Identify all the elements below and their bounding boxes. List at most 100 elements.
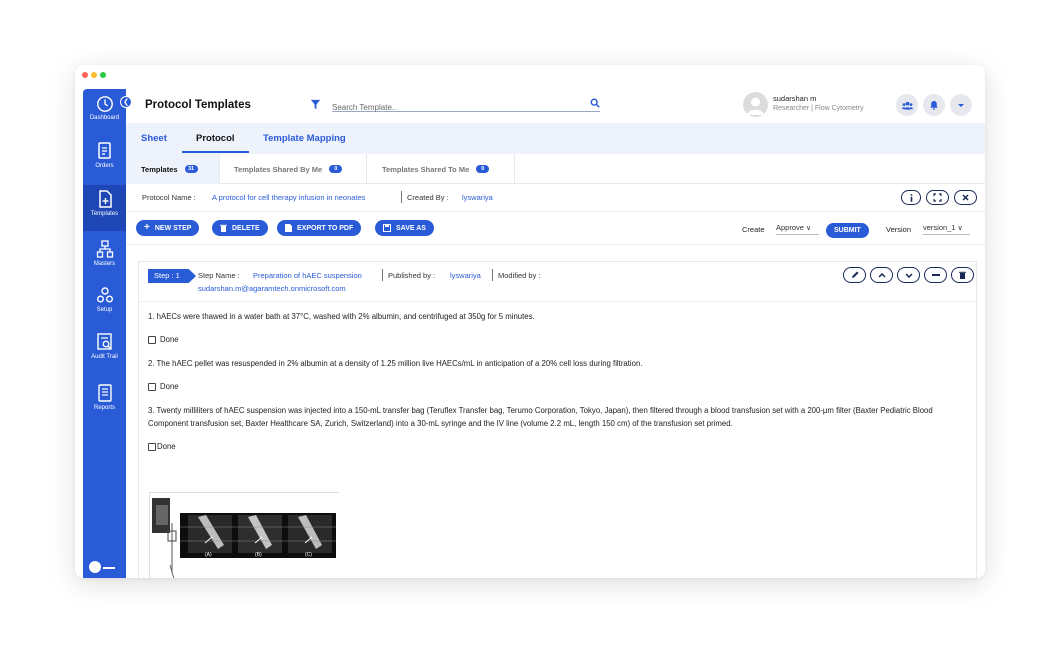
delete-step-button[interactable] (951, 267, 974, 283)
figure-label: (B) (255, 552, 262, 558)
action-toolbar: + NEW STEP DELETE EXPORT TO PDF SAVE AS … (126, 212, 985, 245)
info-icon (910, 193, 912, 202)
done-checkbox[interactable]: Done (148, 333, 179, 346)
create-status-select[interactable]: Approve ∨ (776, 223, 819, 235)
create-status-value: Approve (776, 223, 804, 232)
done-checkbox[interactable]: Done (148, 380, 179, 393)
version-label: Version (886, 225, 912, 234)
reports-document-icon (97, 384, 112, 402)
move-up-button[interactable] (870, 267, 893, 283)
subtab-label: Templates (141, 164, 178, 174)
collapse-step-button[interactable] (924, 267, 947, 283)
subtab-divider (219, 154, 220, 184)
new-step-label: NEW STEP (154, 224, 192, 232)
tab-active-indicator (182, 151, 249, 153)
sub-tabs: Templates 31 Templates Shared By Me 0 Te… (126, 154, 985, 184)
chevron-left-double-icon: ❮ (123, 99, 129, 106)
published-by-value: lyswariya (450, 271, 481, 280)
page-title: Protocol Templates (145, 99, 251, 111)
sidebar-item-reports[interactable]: Reports (83, 383, 126, 423)
export-label: EXPORT TO PDF (297, 224, 354, 232)
checkbox-box[interactable] (148, 382, 156, 391)
filter-icon[interactable] (310, 97, 321, 115)
pdf-file-icon (285, 224, 292, 232)
search-icon[interactable] (590, 98, 600, 108)
trash-icon (959, 271, 966, 279)
save-as-label: SAVE AS (396, 224, 426, 232)
checkbox-box[interactable] (148, 335, 156, 344)
avatar[interactable] (743, 92, 768, 117)
sidebar-item-label: Dashboard (89, 115, 120, 121)
sidebar-item-masters[interactable]: Masters (83, 239, 126, 279)
sidebar-item-orders[interactable]: Orders (83, 141, 126, 181)
submit-label: SUBMIT (834, 227, 861, 234)
new-step-button[interactable]: + NEW STEP (136, 220, 200, 236)
subtab-divider (514, 154, 515, 184)
window-controls (82, 72, 106, 78)
checkbox-label: Done (160, 335, 179, 344)
sidebar-item-label: Audit Trail (91, 354, 118, 360)
sidebar: Dashboard Orders Templates Masters Setup… (83, 89, 126, 578)
user-role: Researcher | Flow Cytometry (773, 105, 864, 112)
notifications-button[interactable] (923, 94, 945, 116)
pencil-icon (851, 271, 858, 278)
sidebar-item-templates[interactable]: Templates (83, 185, 126, 231)
save-floppy-icon (383, 224, 391, 232)
fullscreen-icon (933, 193, 942, 202)
users-button[interactable] (896, 94, 918, 116)
bell-icon (930, 101, 938, 110)
step-paragraph: 2. The hAEC pellet was resuspended in 2%… (148, 359, 643, 368)
orders-document-icon (97, 142, 111, 159)
sidebar-item-label: Masters (93, 261, 116, 267)
step-name-value: Preparation of hAEC suspension (253, 271, 362, 280)
export-pdf-button[interactable]: EXPORT TO PDF (277, 220, 362, 236)
close-button[interactable] (954, 190, 977, 205)
version-value: version_1 (923, 223, 956, 232)
subtab-divider (366, 154, 367, 184)
search-input[interactable] (332, 102, 577, 112)
checkbox-box[interactable] (148, 442, 156, 451)
zoom-window-dot[interactable] (100, 72, 106, 78)
step-paragraph: 1. hAECs were thawed in a water bath at … (148, 312, 535, 321)
protocol-name-label: Protocol Name : (142, 193, 196, 202)
tab-sheet[interactable]: Sheet (141, 133, 167, 144)
delete-label: DELETE (232, 224, 260, 232)
close-window-dot[interactable] (82, 72, 88, 78)
sidebar-item-label: Orders (95, 163, 114, 169)
created-by-label: Created By : (407, 193, 449, 202)
sidebar-footer-menu-icon[interactable] (103, 567, 115, 569)
done-checkbox[interactable]: Done (148, 440, 176, 453)
sidebar-item-label: Templates (90, 211, 119, 217)
subtab-shared-by-me[interactable]: Templates Shared By Me 0 (234, 154, 343, 184)
setup-gears-icon (96, 287, 113, 303)
modified-by-value: sudarshan.m@agaramtech.onmicrosoft.com (198, 284, 346, 293)
app-window: Dashboard Orders Templates Masters Setup… (75, 65, 985, 578)
sidebar-collapse-button[interactable]: ❮ (120, 96, 132, 108)
tab-protocol[interactable]: Protocol (196, 133, 235, 144)
version-select[interactable]: version_1 ∨ (923, 223, 970, 235)
topbar: Protocol Templates sudarshan m Researche… (126, 89, 985, 123)
step-paragraph: 3. Twenty milliliters of hAEC suspension… (148, 406, 933, 428)
count-badge: 0 (476, 165, 490, 173)
filtration-photo: (A) (B) (C) (150, 493, 340, 578)
created-by-value: lyswariya (462, 193, 493, 202)
dashboard-gauge-icon (96, 96, 113, 112)
edit-step-button[interactable] (843, 267, 866, 283)
minimize-window-dot[interactable] (91, 72, 97, 78)
sidebar-footer-avatar[interactable] (89, 561, 101, 573)
subtab-shared-to-me[interactable]: Templates Shared To Me 0 (382, 154, 490, 184)
fullscreen-button[interactable] (926, 190, 949, 205)
info-button[interactable] (901, 190, 921, 205)
delete-button[interactable]: DELETE (212, 220, 268, 236)
profile-menu-button[interactable] (950, 94, 972, 116)
move-down-button[interactable] (897, 267, 920, 283)
tab-template-mapping[interactable]: Template Mapping (263, 133, 346, 144)
sidebar-item-audit-trail[interactable]: Audit Trail (83, 332, 126, 372)
save-as-button[interactable]: SAVE AS (375, 220, 434, 236)
subtab-templates[interactable]: Templates 31 (141, 154, 198, 184)
templates-add-document-icon (98, 190, 112, 208)
submit-button[interactable]: SUBMIT (826, 223, 869, 238)
search-field (332, 97, 600, 112)
sidebar-item-setup[interactable]: Setup (83, 285, 126, 325)
figure-label: (C) (305, 552, 312, 558)
